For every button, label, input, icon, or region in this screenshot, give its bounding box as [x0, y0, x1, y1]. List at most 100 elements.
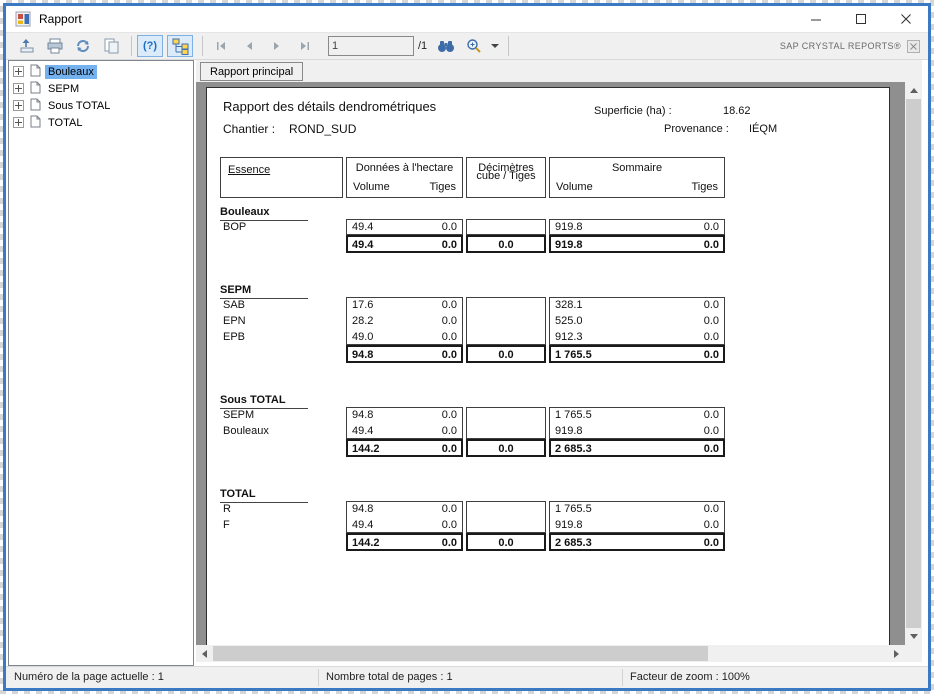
cell-value: 0.0	[633, 425, 719, 438]
next-page-icon	[271, 40, 283, 52]
chantier-line: Chantier :ROND_SUD	[223, 122, 356, 136]
sommaire-volume-label: Volume	[556, 181, 593, 193]
horizontal-scrollbar[interactable]	[196, 645, 905, 662]
print-button[interactable]	[42, 35, 68, 57]
export-button[interactable]	[14, 35, 40, 57]
last-page-icon	[299, 40, 311, 52]
toggle-group-tree-button[interactable]	[167, 35, 193, 57]
next-page-button[interactable]	[264, 35, 290, 57]
cell-value: 1 765.5	[555, 409, 645, 422]
cell-value: 0.0	[377, 503, 457, 516]
report-title: Rapport des détails dendrométriques	[223, 99, 436, 114]
document-icon	[30, 81, 41, 97]
copy-icon	[103, 38, 119, 54]
parameter-panel-icon: (?)	[143, 40, 157, 52]
document-icon	[30, 115, 41, 131]
scroll-left-button[interactable]	[196, 645, 213, 662]
copy-button[interactable]	[98, 35, 124, 57]
cell-value: 0.0	[377, 299, 457, 312]
row-label: R	[223, 503, 338, 515]
tree-item-label: Sous TOTAL	[45, 99, 113, 113]
zoom-dropdown-caret[interactable]	[491, 44, 499, 48]
report-window: Rapport	[3, 3, 931, 691]
cell-value: 0.0	[377, 537, 457, 550]
last-page-button[interactable]	[292, 35, 318, 57]
hectare-title: Données à l'hectare	[347, 162, 462, 174]
sidebar-item-sepm[interactable]: SEPM	[9, 80, 193, 97]
maximize-button[interactable]	[838, 6, 883, 32]
expand-icon[interactable]	[13, 66, 24, 77]
previous-page-icon	[243, 40, 255, 52]
close-button[interactable]	[883, 6, 928, 32]
decimetres-line2: cube / Tiges	[467, 170, 545, 182]
expand-icon[interactable]	[13, 117, 24, 128]
vertical-scrollbar[interactable]	[905, 82, 922, 645]
essence-header-label: Essence	[228, 164, 270, 176]
data-box	[466, 407, 546, 439]
window-title: Rapport	[39, 12, 82, 26]
cell-value: 912.3	[555, 331, 645, 344]
row-label: BOP	[223, 221, 338, 233]
minimize-icon	[810, 13, 822, 25]
section-rows: R94.80.01 765.50.0F49.40.0919.80.0144.20…	[207, 501, 889, 553]
row-label: SEPM	[223, 409, 338, 421]
cell-value: 0.0	[466, 443, 546, 456]
row-label: EPN	[223, 315, 338, 327]
cell-value: 0.0	[377, 221, 457, 234]
expand-icon[interactable]	[13, 83, 24, 94]
group-tree: BouleauxSEPM Sous TOTALTOTAL	[8, 60, 194, 666]
toggle-parameter-panel-button[interactable]: (?)	[137, 35, 163, 57]
close-icon	[900, 13, 912, 25]
scroll-up-button[interactable]	[905, 82, 922, 99]
app-icon	[15, 11, 31, 27]
toolbar-separator	[131, 36, 132, 56]
sommaire-tiges-label: Tiges	[692, 181, 719, 193]
maximize-icon	[855, 13, 867, 25]
provenance-label: Provenance :	[664, 123, 729, 135]
page-number-input[interactable]	[328, 36, 414, 56]
tab-rapport-principal[interactable]: Rapport principal	[200, 62, 303, 81]
row-label: F	[223, 519, 338, 531]
cell-value: 0.0	[377, 239, 457, 252]
header-decimetres: Décimètres cube / Tiges	[466, 157, 546, 198]
scroll-right-button[interactable]	[888, 645, 905, 662]
vertical-scroll-thumb[interactable]	[906, 99, 921, 629]
document-icon	[30, 98, 41, 114]
cell-value: 0.0	[633, 331, 719, 344]
minimize-button[interactable]	[793, 6, 838, 32]
section-rows: SAB17.60.0328.10.0EPN28.20.0525.00.0EPB4…	[207, 297, 889, 365]
superficie-value: 18.62	[723, 105, 751, 117]
cell-value: 2 685.3	[555, 537, 645, 550]
zoom-button[interactable]	[461, 35, 487, 57]
document-icon	[30, 64, 41, 80]
status-divider	[622, 669, 623, 686]
report-viewer: Rapport principal Rapport des détails de…	[196, 60, 922, 662]
branding-close-icon[interactable]	[907, 40, 920, 53]
sidebar-item-total[interactable]: TOTAL	[9, 114, 193, 131]
provenance-value: IÉQM	[749, 123, 777, 135]
previous-page-button[interactable]	[236, 35, 262, 57]
cell-value: 0.0	[633, 315, 719, 328]
sidebar-item-sous-total[interactable]: Sous TOTAL	[9, 97, 193, 114]
cell-value: 0.0	[377, 331, 457, 344]
scroll-down-button[interactable]	[905, 628, 922, 645]
refresh-button[interactable]	[70, 35, 96, 57]
cell-value: 0.0	[633, 409, 719, 422]
section-rows: BOP49.40.0919.80.049.40.00.0919.80.0	[207, 219, 889, 255]
toolbar-separator	[202, 36, 203, 56]
sidebar-item-bouleaux[interactable]: Bouleaux	[9, 63, 193, 80]
cell-value: 1 765.5	[555, 503, 645, 516]
scrollbar-corner	[905, 645, 922, 662]
cell-value: 0.0	[633, 239, 719, 252]
tree-item-label: Bouleaux	[45, 65, 97, 79]
cell-value: 0.0	[466, 239, 546, 252]
status-current-page: Numéro de la page actuelle : 1	[14, 671, 164, 683]
data-box	[466, 501, 546, 533]
find-button[interactable]	[433, 35, 459, 57]
first-page-button[interactable]	[208, 35, 234, 57]
horizontal-scroll-thumb[interactable]	[213, 646, 708, 661]
status-divider	[318, 669, 319, 686]
hectare-volume-label: Volume	[353, 181, 390, 193]
cell-value: 0.0	[377, 315, 457, 328]
expand-icon[interactable]	[13, 100, 24, 111]
